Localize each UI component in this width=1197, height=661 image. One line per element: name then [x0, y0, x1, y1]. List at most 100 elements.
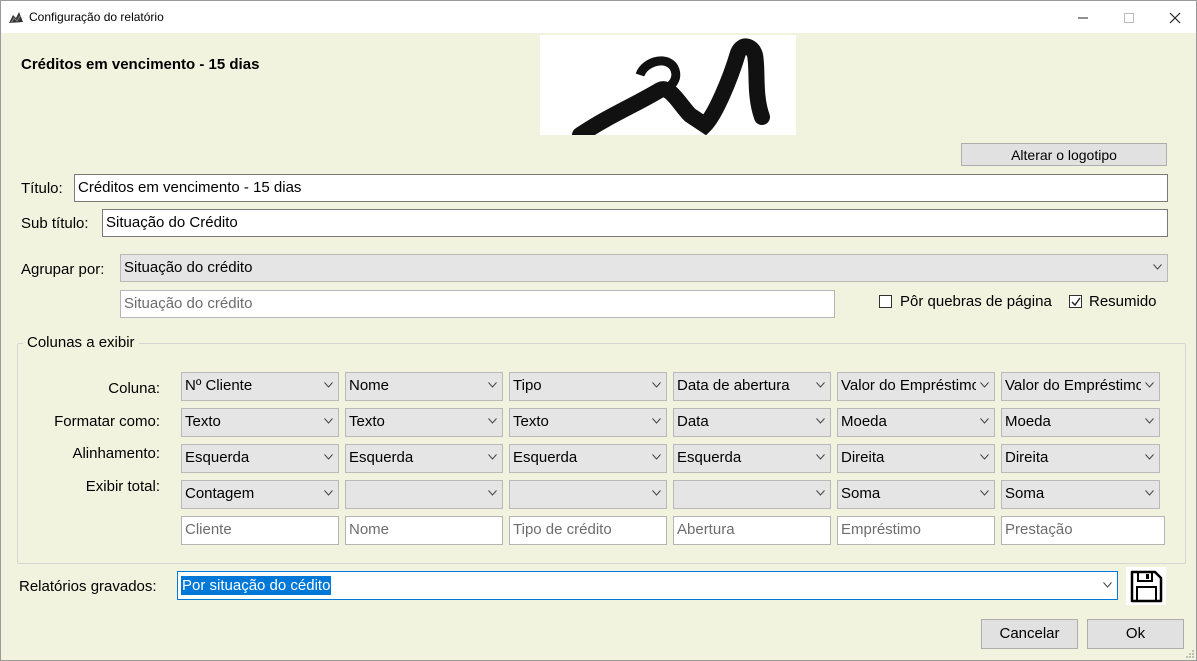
maximize-button[interactable] — [1106, 1, 1152, 33]
format-select-4[interactable]: Data — [673, 408, 831, 437]
summary-checkbox[interactable] — [1069, 295, 1082, 308]
format-value-3: Texto — [513, 413, 549, 430]
subtitle-label: Sub título: — [21, 215, 89, 232]
total-select-4[interactable] — [673, 480, 831, 509]
total-select-2[interactable] — [345, 480, 503, 509]
column-value-3: Tipo — [513, 377, 542, 394]
alignment-value-1: Esquerda — [185, 449, 250, 466]
column-select-5[interactable]: Valor do Empréstimo — [837, 372, 995, 401]
check-icon — [1071, 297, 1081, 307]
format-select-3[interactable]: Texto — [509, 408, 667, 437]
chevron-down-icon — [816, 418, 825, 424]
minimize-button[interactable] — [1060, 1, 1106, 33]
column-select-6[interactable]: Valor do Empréstimo — [1001, 372, 1160, 401]
total-select-6[interactable]: Soma — [1001, 480, 1160, 509]
chevron-down-icon — [324, 454, 333, 460]
alignment-select-4[interactable]: Esquerda — [673, 444, 831, 473]
chevron-down-icon — [816, 382, 825, 388]
group-caption-input[interactable]: Situação do crédito — [120, 290, 835, 318]
alignment-select-2[interactable]: Esquerda — [345, 444, 503, 473]
cancel-button[interactable]: Cancelar — [981, 619, 1078, 649]
title-bar: Configuração do relatório — [1, 1, 1196, 33]
maximize-icon — [1124, 13, 1134, 24]
format-select-6[interactable]: Moeda — [1001, 408, 1160, 437]
format-row-label: Formatar como: — [54, 413, 160, 430]
format-select-2[interactable]: Texto — [345, 408, 503, 437]
group-by-select[interactable]: Situação do crédito — [120, 254, 1168, 282]
logo-image — [572, 38, 770, 135]
close-icon — [1169, 12, 1181, 24]
caption-input-4[interactable]: Abertura — [673, 516, 831, 545]
alignment-value-3: Esquerda — [513, 449, 578, 466]
group-by-value: Situação do crédito — [124, 259, 253, 276]
caption-input-5[interactable]: Empréstimo — [837, 516, 995, 545]
change-logo-button[interactable]: Alterar o logotipo — [961, 143, 1167, 166]
title-label: Título: — [21, 180, 63, 197]
subtitle-input[interactable]: Situação do Crédito — [102, 209, 1168, 237]
chevron-down-icon — [488, 418, 497, 424]
column-select-3[interactable]: Tipo — [509, 372, 667, 401]
saved-reports-value: Por situação do cédito — [181, 576, 332, 595]
chevron-down-icon — [652, 382, 661, 388]
saved-reports-select[interactable]: Por situação do cédito — [177, 571, 1118, 600]
format-select-1[interactable]: Texto — [181, 408, 339, 437]
column-value-6: Valor do Empréstimo — [1005, 377, 1141, 394]
column-select-1[interactable]: Nº Cliente — [181, 372, 339, 401]
alignment-select-6[interactable]: Direita — [1001, 444, 1160, 473]
summary-label: Resumido — [1089, 293, 1157, 310]
column-row-label: Coluna: — [108, 380, 160, 397]
total-select-1[interactable]: Contagem — [181, 480, 339, 509]
caption-input-2[interactable]: Nome — [345, 516, 503, 545]
format-value-5: Moeda — [841, 413, 887, 430]
dialog-window: Configuração do relatório Créditos em ve… — [0, 0, 1197, 661]
alignment-value-2: Esquerda — [349, 449, 414, 466]
column-value-5: Valor do Empréstimo — [841, 377, 976, 394]
chevron-down-icon — [1153, 264, 1162, 270]
report-logo — [540, 35, 796, 135]
chevron-down-icon — [980, 490, 989, 496]
chevron-down-icon — [324, 382, 333, 388]
chevron-down-icon — [488, 382, 497, 388]
chevron-down-icon — [1103, 582, 1112, 588]
chevron-down-icon — [488, 454, 497, 460]
caption-input-1[interactable]: Cliente — [181, 516, 339, 545]
format-value-6: Moeda — [1005, 413, 1051, 430]
report-title: Créditos em vencimento - 15 dias — [21, 56, 260, 73]
total-select-5[interactable]: Soma — [837, 480, 995, 509]
caption-input-3[interactable]: Tipo de crédito — [509, 516, 667, 545]
column-value-2: Nome — [349, 377, 390, 394]
column-select-4[interactable]: Data de abertura — [673, 372, 831, 401]
chevron-down-icon — [488, 490, 497, 496]
alignment-select-5[interactable]: Direita — [837, 444, 995, 473]
resize-grip-icon[interactable] — [1185, 649, 1195, 659]
format-select-5[interactable]: Moeda — [837, 408, 995, 437]
minimize-icon — [1078, 17, 1088, 19]
page-breaks-checkbox[interactable] — [879, 295, 892, 308]
chevron-down-icon — [816, 454, 825, 460]
total-value-5: Soma — [841, 485, 881, 502]
alignment-value-6: Direita — [1005, 449, 1049, 466]
chevron-down-icon — [324, 490, 333, 496]
window-title: Configuração do relatório — [29, 10, 164, 24]
format-value-2: Texto — [349, 413, 385, 430]
caption-input-6[interactable]: Prestação — [1001, 516, 1165, 545]
columns-group-legend: Colunas a exibir — [23, 334, 139, 351]
column-select-2[interactable]: Nome — [345, 372, 503, 401]
total-select-3[interactable] — [509, 480, 667, 509]
chevron-down-icon — [652, 418, 661, 424]
chevron-down-icon — [1145, 454, 1154, 460]
saved-reports-label: Relatórios gravados: — [19, 578, 157, 595]
save-report-button[interactable] — [1126, 567, 1166, 605]
chevron-down-icon — [652, 454, 661, 460]
total-value-1: Contagem — [185, 485, 255, 502]
chevron-down-icon — [652, 490, 661, 496]
column-value-1: Nº Cliente — [185, 377, 253, 394]
format-value-4: Data — [677, 413, 709, 430]
close-button[interactable] — [1152, 1, 1197, 33]
alignment-select-3[interactable]: Esquerda — [509, 444, 667, 473]
ok-button[interactable]: Ok — [1087, 619, 1184, 649]
chevron-down-icon — [980, 382, 989, 388]
alignment-select-1[interactable]: Esquerda — [181, 444, 339, 473]
title-input[interactable]: Créditos em vencimento - 15 dias — [74, 174, 1168, 202]
chevron-down-icon — [1145, 382, 1154, 388]
